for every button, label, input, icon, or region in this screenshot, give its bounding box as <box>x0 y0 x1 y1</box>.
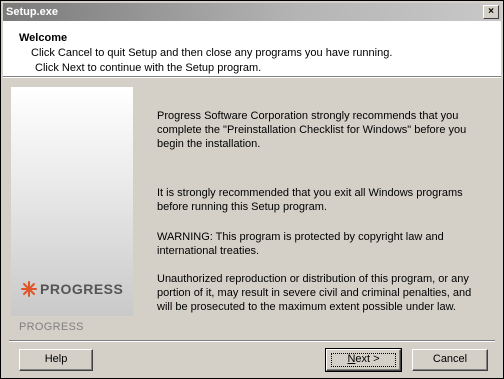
copyright-warning: WARNING: This program is protected by co… <box>157 231 444 257</box>
setup-window: Setup.exe × Welcome Click Cancel to quit… <box>0 0 504 379</box>
footer-divider-highlight <box>9 341 495 342</box>
header-title: Welcome <box>19 32 68 44</box>
header-divider <box>3 77 501 78</box>
welcome-header: Welcome Click Cancel to quit Setup and t… <box>3 21 501 77</box>
focus-rectangle <box>331 353 396 367</box>
legal-notice: Unauthorized reproduction or distributio… <box>157 273 472 313</box>
next-button[interactable]: Next > <box>325 348 402 372</box>
header-instruction-cancel: Click Cancel to quit Setup and then clos… <box>31 47 393 59</box>
starburst-icon <box>21 281 37 297</box>
help-button[interactable]: Help <box>19 349 93 371</box>
brand-label: PROGRESS <box>19 321 84 333</box>
checklist-recommendation: Progress Software Corporation strongly r… <box>157 110 467 150</box>
close-icon[interactable]: × <box>483 5 499 19</box>
logo-text: PROGRESS <box>40 281 124 297</box>
cancel-button[interactable]: Cancel <box>412 349 488 371</box>
exit-programs-notice: It is strongly recommended that you exit… <box>157 187 463 213</box>
window-title: Setup.exe <box>6 6 58 18</box>
title-bar[interactable]: Setup.exe × <box>3 3 501 21</box>
header-instruction-next: Click Next to continue with the Setup pr… <box>35 62 262 74</box>
